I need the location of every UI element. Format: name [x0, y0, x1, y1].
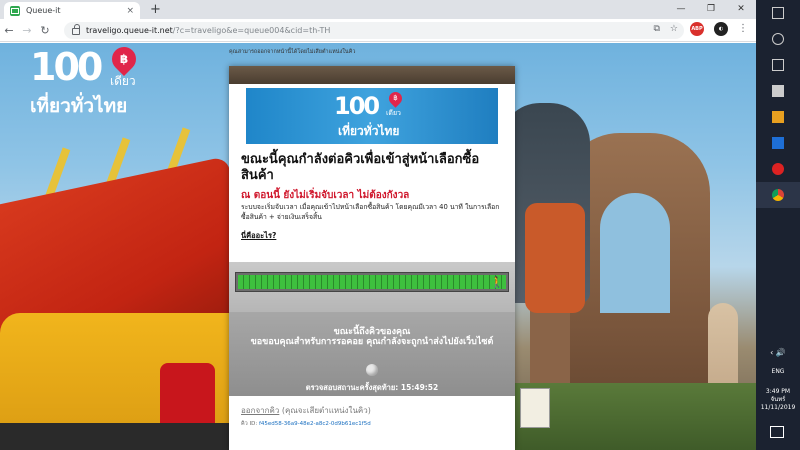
notification-icon[interactable]	[770, 426, 784, 438]
queue-id-value: f45ed58-36a9-48e2-a8c2-0d9b61ec1f5d	[258, 421, 371, 427]
queue-id-label: คิว ID:	[241, 421, 258, 427]
last-checked-label: ตรวจสอบสถานะครั้งสุดท้าย:	[305, 383, 399, 392]
address-bar[interactable]: traveligo.queue-it.net/?c=traveligo&e=qu…	[64, 22, 684, 39]
temple-arch-decoration	[600, 193, 670, 313]
progress-section: 🚶	[229, 262, 515, 312]
file-explorer-icon	[772, 111, 784, 123]
taskbar-app[interactable]	[756, 0, 800, 26]
browser-toolbar: ← → ↻ traveligo.queue-it.net/?c=travelig…	[0, 19, 756, 42]
taskbar-app[interactable]	[756, 78, 800, 104]
tab-title: Queue-it	[26, 6, 61, 15]
chrome-icon	[772, 189, 784, 201]
maximize-button[interactable]: ❐	[696, 0, 726, 19]
mail-icon	[772, 85, 784, 97]
taskbar-app[interactable]	[756, 26, 800, 52]
logo-sub: เดียว	[110, 74, 136, 88]
windows-start-icon	[772, 7, 784, 19]
banner-sub: เดียว	[386, 109, 401, 117]
back-button[interactable]: ←	[0, 24, 18, 37]
tab-close-icon[interactable]: ×	[126, 6, 134, 16]
address-bar-icons: ⧉ ☆	[653, 24, 678, 34]
status-message: ขอขอบคุณสำหรับการรอคอย คุณกำลังจะถูกนำส่…	[250, 337, 494, 347]
taskbar-app[interactable]	[756, 52, 800, 78]
queue-card: 100 ฿ เดียว เที่ยวทั่วไทย ขณะนี้คุณกำลัง…	[229, 66, 515, 450]
banner-number: 100	[334, 92, 380, 120]
translate-icon[interactable]: ⧉	[653, 24, 659, 34]
taskbar-app[interactable]	[756, 104, 800, 130]
queue-it-favicon-icon	[10, 5, 20, 16]
queue-heading: ขณะนี้คุณกำลังต่อคิวเพื่อเข้าสู่หน้าเลือ…	[241, 152, 480, 183]
tab-bar: Queue-it × + — ❐ ✕	[0, 0, 756, 19]
minimize-button[interactable]: —	[666, 0, 696, 19]
banner-baht-pin-icon: ฿	[386, 89, 405, 108]
chrome-menu-icon[interactable]: ⋮	[738, 23, 748, 34]
window-controls: — ❐ ✕	[666, 0, 756, 19]
banner-baht-symbol: ฿	[393, 94, 398, 102]
queue-progress-bar: 🚶	[235, 272, 509, 292]
forward-button[interactable]: →	[18, 24, 36, 37]
page-background: 100 ฿ เดียว เที่ยวทั่วไทย คุณสามารถออกจา…	[0, 43, 756, 450]
windows-taskbar: ‹ 🔊 ENG 3:49 PM จันทร์ 11/11/2019	[756, 0, 800, 450]
loading-spinner-icon	[366, 364, 378, 376]
taskbar-app[interactable]	[756, 130, 800, 156]
taskbar-clock[interactable]: 3:49 PM จันทร์ 11/11/2019	[756, 388, 800, 412]
new-tab-button[interactable]: +	[150, 2, 161, 17]
lock-icon[interactable]	[72, 24, 80, 35]
status-section: ขณะนี้ถึงคิวของคุณ ขอขอบคุณสำหรับการรอคอ…	[229, 312, 515, 396]
last-checked-time: 15:49:52	[400, 383, 439, 392]
close-window-button[interactable]: ✕	[726, 0, 756, 19]
what-is-this-link[interactable]: นี่คืออะไร?	[241, 230, 276, 242]
tab-queue-it[interactable]: Queue-it ×	[4, 2, 140, 19]
card-banner: 100 ฿ เดียว เที่ยวทั่วไทย	[246, 88, 498, 144]
url-host: traveligo.queue-it.net	[86, 26, 173, 35]
truck-bumper-decoration	[0, 423, 240, 450]
opera-icon	[772, 163, 784, 175]
clock-day: จันทร์	[770, 396, 786, 403]
progress-fill	[238, 275, 506, 289]
last-checked: ตรวจสอบสถานะครั้งสุดท้าย: 15:49:52	[229, 382, 515, 394]
system-tray[interactable]: ‹ 🔊	[756, 348, 800, 357]
store-icon	[772, 137, 784, 149]
site-logo: 100 ฿ เดียว เที่ยวทั่วไทย	[30, 43, 141, 121]
queue-id: คิว ID: f45ed58-36a9-48e2-a8c2-0d9b61ec1…	[241, 420, 371, 428]
queue-description: ระบบจะเริ่มจับเวลา เมื่อคุณเข้าไปหน้าเลื…	[241, 203, 500, 221]
account-avatar-icon[interactable]: ◐	[714, 22, 728, 36]
url-path: /?c=traveligo&e=queue004&cid=th-TH	[172, 26, 331, 35]
clock-date: 11/11/2019	[760, 404, 796, 411]
banner-tagline: เที่ยวทั่วไทย	[338, 124, 400, 138]
leave-queue: ออกจากคิว (คุณจะเสียตำแหน่งในคิว)	[241, 404, 371, 417]
bookmark-star-icon[interactable]: ☆	[670, 24, 678, 34]
logo-tagline: เที่ยวทั่วไทย	[30, 95, 128, 117]
card-header-strip	[229, 66, 515, 84]
task-view-icon	[772, 59, 784, 71]
adblock-extension-icon[interactable]: ABP	[690, 22, 704, 36]
leave-queue-link[interactable]: ออกจากคิว	[241, 406, 279, 415]
timer-warning: ณ ตอนนี้ ยังไม่เริ่มจับเวลา ไม่ต้องกังวล	[241, 190, 410, 201]
taskbar-app[interactable]	[756, 182, 800, 208]
walking-person-icon: 🚶	[490, 276, 504, 289]
clock-time: 3:49 PM	[765, 388, 791, 395]
language-indicator[interactable]: ENG	[756, 368, 800, 375]
taskbar-app[interactable]	[756, 156, 800, 182]
search-icon	[772, 33, 784, 45]
backpack-decoration	[525, 203, 585, 313]
leave-queue-note: (คุณจะเสียตำแหน่งในคิว)	[281, 406, 371, 415]
baht-symbol: ฿	[119, 52, 129, 66]
top-note: คุณสามารถออกจากหน้านี้ได้โดยไม่เสียตำแหน…	[229, 49, 356, 55]
signboard-decoration	[520, 388, 550, 428]
browser-window: Queue-it × + — ❐ ✕ ← → ↻ traveligo.queue…	[0, 0, 756, 450]
reload-button[interactable]: ↻	[36, 24, 54, 37]
